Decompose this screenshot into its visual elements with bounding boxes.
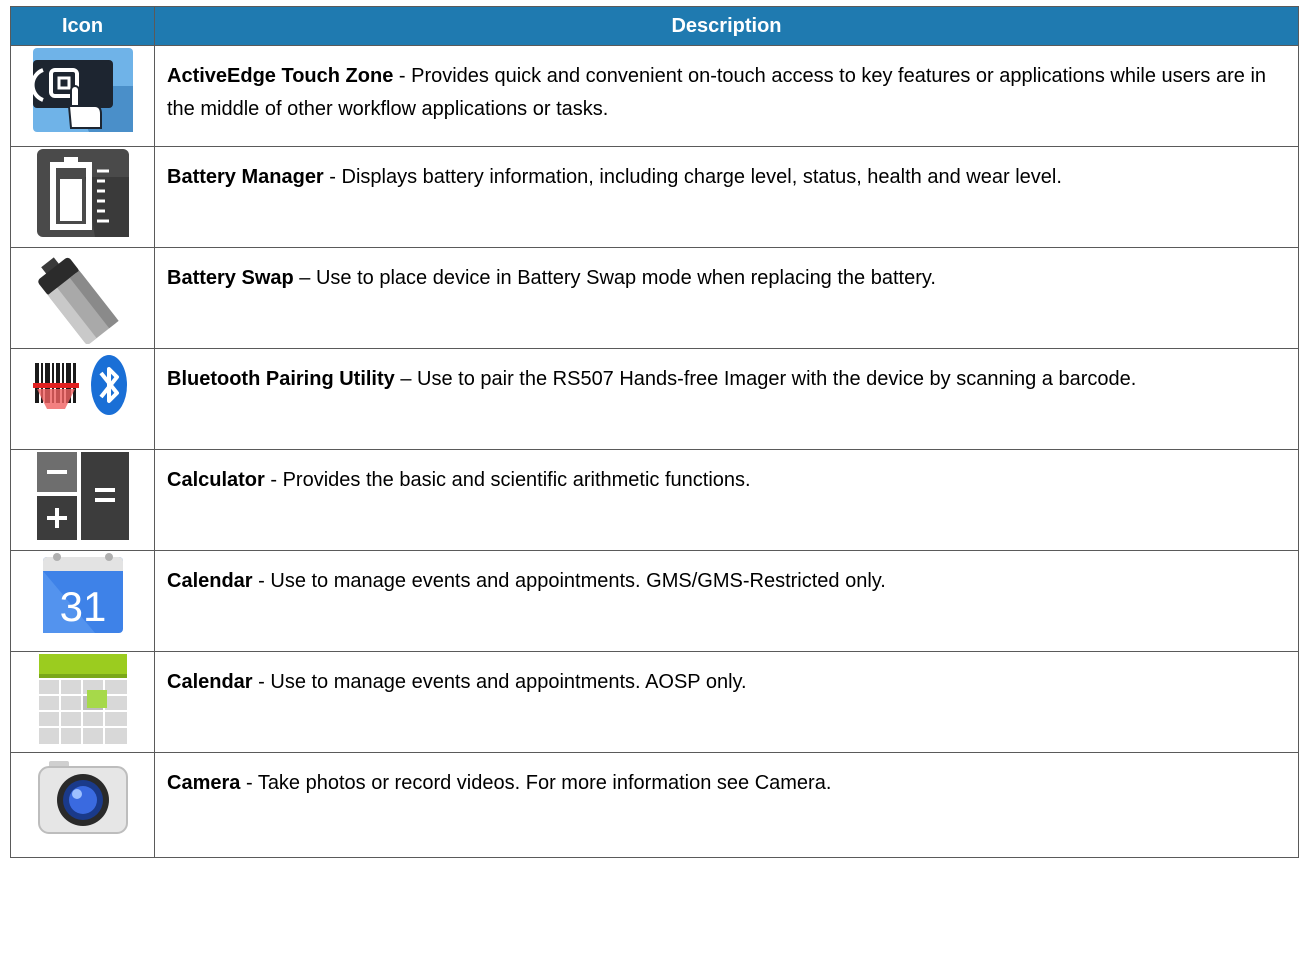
table-row: Battery Manager - Displays battery infor…: [10, 146, 1299, 248]
icon-cell: [10, 348, 155, 450]
bluetooth-pairing-icon: [32, 355, 127, 415]
description-cell: Calendar - Use to manage events and appo…: [154, 550, 1299, 652]
app-description: Displays battery information, including …: [341, 166, 1062, 188]
icon-cell: [10, 752, 155, 858]
description-cell: Camera - Take photos or record videos. F…: [154, 752, 1299, 858]
separator: -: [264, 469, 283, 491]
app-name: ActiveEdge Touch Zone: [167, 65, 394, 87]
table-header-row: Icon Description: [10, 6, 1299, 46]
icon-column-header: Icon: [10, 6, 155, 46]
icon-cell: [10, 247, 155, 349]
app-description: Provides the basic and scientific arithm…: [282, 469, 751, 491]
google-calendar-icon: 31: [42, 553, 123, 633]
camera-icon: [37, 761, 128, 834]
table-row: Camera - Take photos or record videos. F…: [10, 752, 1299, 858]
separator: -: [252, 570, 271, 592]
calculator-icon: [36, 452, 129, 540]
app-description: Use to place device in Battery Swap mode…: [315, 267, 936, 289]
aosp-calendar-icon: [38, 654, 127, 744]
battery-swap-icon: [37, 257, 119, 344]
description-cell: Calculator - Provides the basic and scie…: [154, 449, 1299, 551]
battery-manager-icon: [36, 149, 129, 237]
icon-cell: [10, 146, 155, 248]
app-name: Calculator: [167, 469, 265, 491]
app-description: Use to pair the RS507 Hands-free Imager …: [417, 368, 1137, 390]
description-cell: Bluetooth Pairing Utility – Use to pair …: [154, 348, 1299, 450]
app-name: Battery Manager: [167, 166, 324, 188]
separator: -: [252, 671, 271, 693]
table-row: 31 Calendar - Use to manage events and a…: [10, 550, 1299, 652]
separator: -: [323, 166, 342, 188]
app-name: Camera: [167, 772, 241, 794]
app-description: Use to manage events and appointments. A…: [270, 671, 747, 693]
app-name: Battery Swap: [167, 267, 294, 289]
app-name: Bluetooth Pairing Utility: [167, 368, 395, 390]
apps-table: Icon Description ActiveEdge Touch Zone -…: [10, 6, 1299, 858]
table-row: Calculator - Provides the basic and scie…: [10, 449, 1299, 551]
table-row: Bluetooth Pairing Utility – Use to pair …: [10, 348, 1299, 450]
icon-cell: [10, 45, 155, 147]
separator: –: [394, 368, 418, 390]
description-cell: ActiveEdge Touch Zone - Provides quick a…: [154, 45, 1299, 147]
separator: –: [293, 267, 316, 289]
separator: -: [393, 65, 412, 87]
calendar-date-text: 31: [59, 583, 106, 630]
separator: -: [240, 772, 258, 794]
icon-cell: [10, 449, 155, 551]
icon-cell: [10, 651, 155, 753]
app-description: Take photos or record videos. For more i…: [257, 772, 832, 794]
app-name: Calendar: [167, 570, 253, 592]
app-name: Calendar: [167, 671, 253, 693]
table-row: Calendar - Use to manage events and appo…: [10, 651, 1299, 753]
app-description: Use to manage events and appointments. G…: [270, 570, 886, 592]
description-cell: Battery Swap – Use to place device in Ba…: [154, 247, 1299, 349]
activeedge-touch-zone-icon: [30, 48, 133, 132]
table-row: ActiveEdge Touch Zone - Provides quick a…: [10, 45, 1299, 147]
description-cell: Battery Manager - Displays battery infor…: [154, 146, 1299, 248]
description-cell: Calendar - Use to manage events and appo…: [154, 651, 1299, 753]
description-column-header: Description: [154, 6, 1299, 46]
icon-cell: 31: [10, 550, 155, 652]
table-row: Battery Swap – Use to place device in Ba…: [10, 247, 1299, 349]
